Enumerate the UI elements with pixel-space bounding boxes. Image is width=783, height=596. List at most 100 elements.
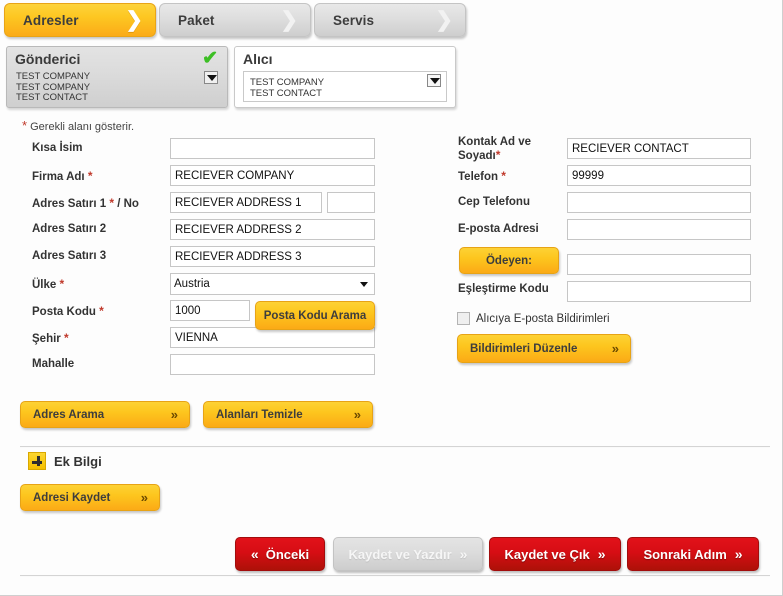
address-number-input[interactable] — [327, 192, 375, 213]
address-search-button[interactable]: Adres Arama » — [20, 401, 190, 428]
receiver-line-2: TEST CONTACT — [250, 87, 322, 99]
company-label: Firma Adı * — [32, 169, 92, 183]
zip-search-button-label: Posta Kodu Arama — [263, 309, 367, 322]
match-code-input[interactable] — [567, 281, 751, 302]
tab-adresler[interactable]: Adresler ❯ — [4, 3, 156, 37]
green-check-icon: ✔ — [202, 48, 218, 69]
contact-name-label-line1: Kontak Ad ve — [458, 136, 532, 148]
save-address-button[interactable]: Adresi Kaydet » — [20, 484, 160, 511]
notify-edit-button[interactable]: Bildirimleri Düzenle » — [457, 334, 631, 363]
required-star: * — [87, 169, 93, 183]
required-note-text: Gerekli alanı gösterir. — [30, 121, 135, 133]
sender-line-3: TEST CONTACT — [16, 92, 88, 103]
chevron-down-icon[interactable] — [204, 71, 218, 84]
notify-checkbox[interactable] — [457, 312, 470, 325]
address1-label: Adres Satırı 1 * / No — [32, 196, 139, 210]
field-row-address1: Adres Satırı 1 * / No — [0, 192, 440, 219]
address1-label-text: Adres Satırı 1 — [32, 198, 107, 210]
field-row-company: Firma Adı * — [0, 165, 440, 192]
required-star: * — [63, 331, 69, 345]
tab-paket[interactable]: Paket ❯ — [159, 3, 311, 37]
chevron-right-icon: ❯ — [280, 8, 298, 32]
address3-input[interactable] — [170, 246, 375, 267]
save-address-button-label: Adresi Kaydet — [33, 491, 111, 504]
receiver-panel[interactable]: Alıcı TEST COMPANY TEST CONTACT — [234, 46, 456, 108]
mobile-label: Cep Telefonu — [458, 196, 530, 208]
save-and-exit-button[interactable]: Kaydet ve Çık » — [489, 537, 621, 571]
contact-name-label: Kontak Ad ve Soyadı* — [458, 136, 531, 163]
country-select[interactable]: Austria — [170, 273, 375, 295]
double-chevron-right-icon: » — [170, 407, 178, 422]
field-row-contact-name: Kontak Ad ve Soyadı* — [450, 136, 783, 165]
double-chevron-right-icon: » — [611, 341, 619, 356]
city-label-text: Şehir — [32, 333, 61, 345]
payer-input[interactable] — [567, 254, 751, 275]
clear-fields-button-label: Alanları Temizle — [216, 408, 303, 421]
field-row-country: Ülke * Austria — [0, 273, 440, 300]
city-input[interactable] — [170, 327, 375, 348]
save-and-print-button[interactable]: Kaydet ve Yazdır » — [333, 537, 483, 571]
tab-servis-label: Servis — [333, 12, 375, 28]
double-chevron-right-icon: » — [459, 546, 468, 562]
field-row-short-name: Kısa İsim — [0, 138, 440, 165]
country-label-text: Ülke — [32, 279, 57, 291]
receiver-select[interactable]: TEST COMPANY TEST CONTACT — [243, 71, 447, 102]
tab-servis[interactable]: Servis ❯ — [314, 3, 466, 37]
payer-button[interactable]: Ödeyen: — [459, 247, 559, 274]
plus-icon[interactable] — [28, 452, 46, 470]
field-row-match-code: Eşleştirme Kodu — [450, 273, 783, 305]
notify-checkbox-label: Alıcıya E-posta Bildirimleri — [476, 312, 610, 325]
field-row-address2: Adres Satırı 2 — [0, 219, 440, 246]
phone-input[interactable] — [567, 165, 751, 186]
notify-checkbox-row[interactable]: Alıcıya E-posta Bildirimleri — [457, 312, 610, 325]
address1-input[interactable] — [170, 192, 322, 213]
field-row-email: E-posta Adresi — [450, 219, 783, 246]
mobile-input[interactable] — [567, 192, 751, 213]
required-star: * — [501, 169, 506, 183]
company-label-text: Firma Adı — [32, 171, 85, 183]
required-star: * — [59, 277, 65, 291]
field-row-city: Şehir * — [0, 327, 440, 354]
required-field-note: * Gerekli alanı gösterir. — [22, 118, 134, 133]
email-label: E-posta Adresi — [458, 223, 539, 235]
chevron-right-icon: ❯ — [125, 8, 143, 32]
short-name-label: Kısa İsim — [32, 142, 83, 154]
chevron-down-icon[interactable] — [427, 74, 441, 87]
clear-fields-button[interactable]: Alanları Temizle » — [203, 401, 373, 428]
field-row-district: Mahalle — [0, 354, 440, 381]
extra-info-toggle[interactable]: Ek Bilgi — [28, 452, 102, 470]
company-input[interactable] — [170, 165, 375, 186]
zip-search-button[interactable]: Posta Kodu Arama — [255, 301, 375, 330]
district-input[interactable] — [170, 354, 375, 375]
required-star: * — [99, 304, 104, 318]
sender-panel-title: Gönderici — [15, 51, 81, 67]
double-chevron-right-icon: » — [140, 490, 148, 505]
required-star: * — [495, 148, 501, 162]
save-and-print-button-label: Kaydet ve Yazdır — [348, 546, 452, 562]
next-step-button[interactable]: Sonraki Adım » — [627, 537, 759, 571]
double-chevron-right-icon: » — [597, 546, 606, 562]
phone-label-text: Telefon — [458, 171, 499, 183]
short-name-input[interactable] — [170, 138, 375, 159]
page-root: Adresler ❯ Paket ❯ Servis ❯ Gönderici ✔ … — [0, 0, 783, 596]
email-input[interactable] — [567, 219, 751, 240]
address2-input[interactable] — [170, 219, 375, 240]
next-step-button-label: Sonraki Adım — [643, 546, 727, 562]
district-label: Mahalle — [32, 358, 75, 370]
address3-label: Adres Satırı 3 — [32, 250, 107, 262]
double-chevron-left-icon: « — [250, 546, 259, 562]
field-row-address3: Adres Satırı 3 — [0, 246, 440, 273]
zip-label: Posta Kodu * — [32, 304, 104, 318]
double-chevron-right-icon: » — [353, 407, 361, 422]
country-label: Ülke * — [32, 277, 64, 291]
sender-panel[interactable]: Gönderici ✔ TEST COMPANY TEST COMPANY TE… — [6, 46, 228, 108]
field-row-phone: Telefon * — [450, 165, 783, 192]
zip-input[interactable] — [170, 300, 250, 321]
contact-name-input[interactable] — [567, 138, 751, 159]
previous-button[interactable]: « Önceki — [235, 537, 325, 571]
match-code-label: Eşleştirme Kodu — [458, 283, 549, 295]
chevron-right-icon: ❯ — [435, 8, 453, 32]
address1-no-suffix: / No — [117, 198, 139, 210]
city-label: Şehir * — [32, 331, 69, 345]
zip-label-text: Posta Kodu — [32, 306, 96, 318]
